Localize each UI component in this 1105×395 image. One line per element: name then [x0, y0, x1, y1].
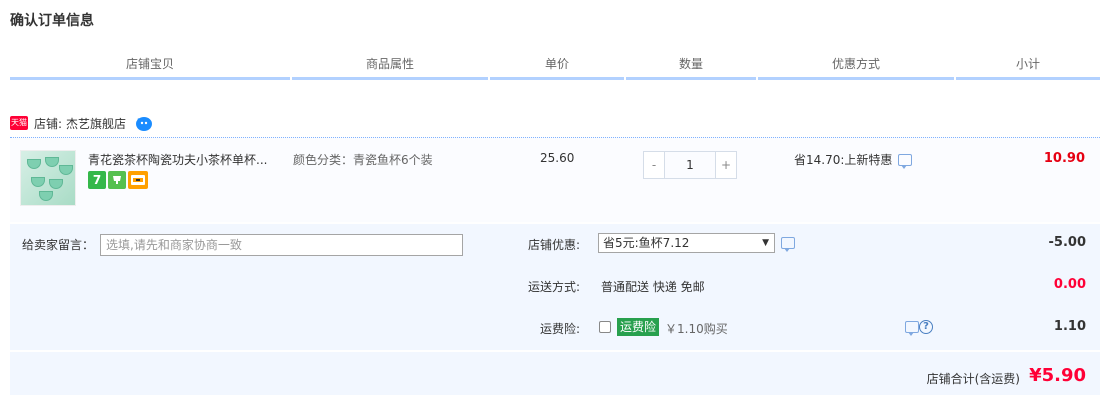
shop-discount-label: 店铺优惠: — [527, 238, 580, 252]
item-attribute: 颜色分类：青瓷鱼杯6个装 — [293, 153, 433, 167]
insurance-badge: 运费险 — [617, 318, 660, 336]
comment-icon[interactable] — [898, 153, 913, 169]
item-subtotal: 10.90 — [1043, 151, 1085, 166]
quantity-increase-button[interactable]: + — [715, 151, 737, 179]
insurance-label: 运费险: — [539, 322, 580, 336]
insurance-help: ? — [905, 320, 933, 336]
shop-label: 店铺: — [34, 116, 63, 131]
shipping-label: 运送方式: — [527, 280, 580, 294]
insurance-checkbox[interactable] — [599, 321, 611, 333]
service-icon[interactable] — [108, 171, 126, 189]
column-header: 店铺宝贝 商品属性 单价 数量 优惠方式 小计 — [10, 54, 1100, 80]
wangwang-chat-icon[interactable] — [134, 113, 154, 133]
shipping-value: 普通配送 快递 免邮 — [601, 280, 705, 294]
item-thumbnail[interactable] — [20, 150, 76, 206]
unit-price: 25.60 — [540, 151, 575, 165]
insurance-price: ￥1.10购买 — [665, 322, 728, 336]
page-title: 确认订单信息 — [10, 13, 94, 29]
comment-icon[interactable] — [905, 321, 919, 336]
quantity-decrease-button[interactable]: - — [643, 151, 665, 179]
remark-label: 给卖家留言： — [22, 238, 95, 252]
quantity-stepper: - 1 + — [643, 151, 737, 179]
remark-section: 给卖家留言： 选填,请先和商家协商一致 — [10, 224, 477, 350]
col-attribute: 商品属性 — [292, 54, 488, 80]
order-item-row: 青花瓷茶杯陶瓷功夫小茶杯单杯... 7 颜色分类：青瓷鱼杯6个装 25.60 -… — [10, 137, 1100, 222]
promotion-text: 省14.70:上新特惠 — [794, 153, 893, 167]
shop-discount-amount: -5.00 — [1048, 235, 1086, 250]
shipping-row: 运送方式: 普通配送 快递 免邮 0.00 — [479, 266, 1100, 307]
item-title-link[interactable]: 青花瓷茶杯陶瓷功夫小茶杯单杯... — [88, 151, 288, 168]
col-subtotal: 小计 — [956, 54, 1100, 80]
col-shop-item: 店铺宝贝 — [10, 54, 290, 80]
shop-total-label: 店铺合计(含运费) — [926, 372, 1020, 386]
item-tags: 7 — [88, 171, 148, 189]
col-unit-price: 单价 — [490, 54, 624, 80]
shop-total-amount: ¥5.90 — [1029, 365, 1086, 386]
shop-discount-select[interactable]: 省5元:鱼杯7.12 ▼ — [598, 233, 775, 253]
shop-discount-selected: 省5元:鱼杯7.12 — [603, 236, 690, 250]
seven-day-return-icon[interactable]: 7 — [88, 171, 106, 189]
options-panel: 店铺优惠: 省5元:鱼杯7.12 ▼ -5.00 运送方式: 普通配送 快递 免… — [479, 224, 1100, 350]
shop-total-row: 店铺合计(含运费) ¥5.90 — [10, 352, 1100, 395]
tmall-icon: 天猫 — [10, 116, 28, 130]
quantity-input[interactable]: 1 — [665, 151, 715, 179]
seller-message-input[interactable]: 选填,请先和商家协商一致 — [100, 234, 463, 256]
insurance-row: 运费险: 运费险 ￥1.10购买 ? 1.10 — [479, 308, 1100, 350]
help-icon[interactable]: ? — [919, 320, 933, 334]
col-quantity: 数量 — [626, 54, 756, 80]
shop-row: 天猫 店铺: 杰艺旗舰店 — [10, 110, 154, 136]
shipping-amount: 0.00 — [1053, 277, 1086, 292]
credit-card-icon[interactable] — [128, 171, 148, 189]
insurance-amount: 1.10 — [1053, 319, 1086, 334]
shop-discount-row: 店铺优惠: 省5元:鱼杯7.12 ▼ -5.00 — [479, 224, 1100, 265]
chevron-down-icon: ▼ — [762, 238, 769, 248]
col-promotion: 优惠方式 — [758, 54, 954, 80]
promotion: 省14.70:上新特惠 — [794, 151, 913, 169]
shop-name-link[interactable]: 杰艺旗舰店 — [66, 115, 126, 132]
comment-icon[interactable] — [781, 237, 795, 252]
order-options: 给卖家留言： 选填,请先和商家协商一致 店铺优惠: 省5元:鱼杯7.12 ▼ -… — [10, 224, 1100, 350]
